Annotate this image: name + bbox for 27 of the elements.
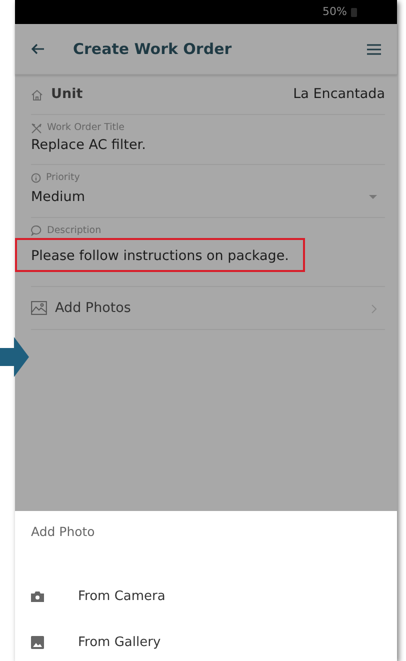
field-label: Unit	[51, 85, 83, 104]
battery-icon	[351, 7, 357, 17]
battery-text: 50%	[322, 4, 347, 20]
field-label: Work Order Title	[47, 121, 124, 135]
field-label[interactable]: Add Photos	[55, 298, 131, 318]
dropdown-caret-icon	[369, 195, 377, 200]
speech-bubble-icon	[31, 225, 42, 236]
field-value: La Encantada	[293, 85, 385, 104]
sheet-title: Add Photo	[31, 523, 96, 541]
house-icon	[31, 88, 43, 100]
screen-title: Create Work Order	[73, 38, 233, 60]
camera-icon	[31, 591, 44, 602]
field-value[interactable]: Please follow instructions on package.	[31, 248, 289, 264]
image-icon	[31, 636, 44, 650]
info-icon	[31, 172, 41, 183]
pointer-arrow-icon	[0, 335, 30, 379]
sheet-option[interactable]: From Camera	[78, 587, 166, 606]
image-icon	[31, 301, 47, 315]
sheet-option[interactable]: From Gallery	[78, 633, 161, 652]
menu-icon[interactable]	[367, 44, 381, 54]
field-label: Priority	[46, 170, 80, 184]
field-value[interactable]: Replace AC filter.	[31, 135, 146, 156]
field-value[interactable]: Medium	[31, 186, 85, 207]
field-label: Description	[47, 224, 102, 238]
tools-icon	[31, 122, 42, 134]
chevron-right-icon	[371, 304, 377, 314]
back-arrow-icon[interactable]	[31, 43, 45, 55]
